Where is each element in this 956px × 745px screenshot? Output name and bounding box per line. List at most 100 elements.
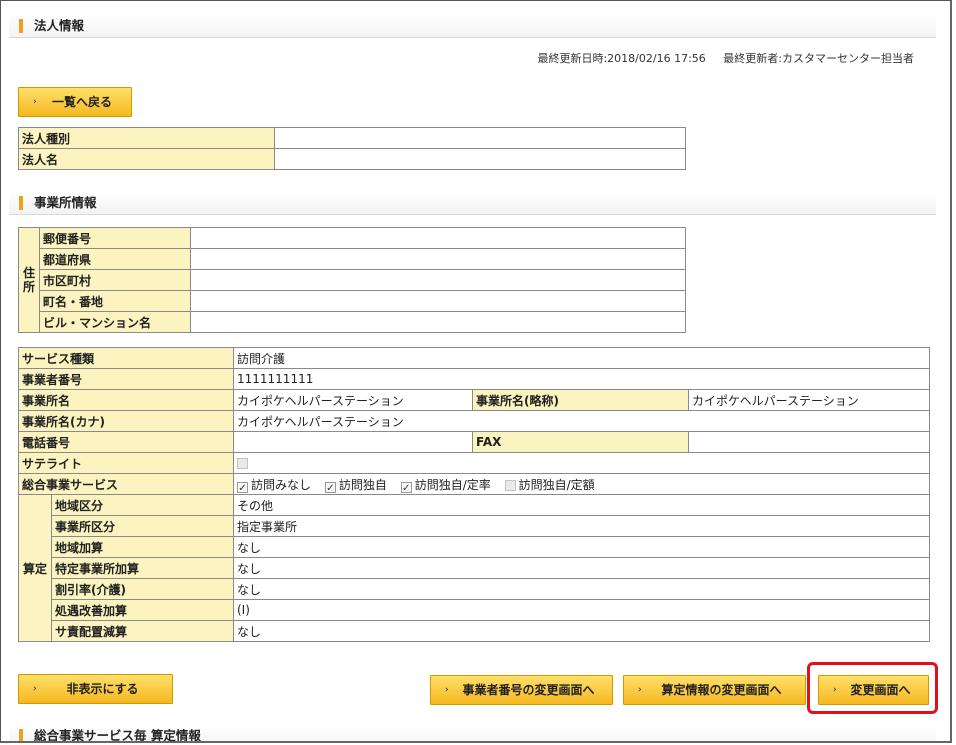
office-info-table: サービス種類 訪問介護 事業者番号 1111111111 事業所名 カイポケヘル… (18, 347, 930, 642)
general-service-option-label: 訪問独自/定額 (518, 477, 595, 492)
table-row: 住所 郵便番号 (18, 227, 686, 333)
office-kana-label: 事業所名(カナ) (18, 410, 234, 432)
satellite-value (233, 452, 930, 474)
corp-type-label: 法人種別 (18, 127, 275, 149)
treatment-improvement-label: 処遇改善加算 (51, 599, 234, 621)
change-calc-info-label: 算定情報の変更画面へ (661, 683, 782, 697)
general-service-value: ✓ 訪問みなし ✓ 訪問独自 ✓ 訪問独自/定率 訪問独自/定額 (233, 473, 930, 495)
next-section-header: 総合事業サービス毎 算定情報 (9, 725, 936, 743)
back-to-list-label: 一覧へ戻る (51, 95, 112, 109)
phone-value (233, 431, 473, 453)
table-row: 事業所名(カナ) カイポケヘルパーステーション (18, 410, 930, 432)
service-manager-reduction-label: サ責配置減算 (51, 620, 234, 642)
table-row: 法人名 (18, 148, 686, 170)
section-marker-icon (19, 19, 23, 33)
last-updated-label: 最終更新日時: (537, 52, 608, 65)
last-updater-label: 最終更新者: (723, 52, 782, 65)
address-group-text: 住所 (23, 266, 36, 294)
service-type-value: 訪問介護 (233, 347, 930, 369)
next-section-title: 総合事業サービス毎 算定情報 (34, 728, 201, 743)
region-addition-value: なし (233, 536, 930, 558)
table-row: 特定事業所加算 なし (19, 557, 930, 579)
table-row: 都道府県 (19, 248, 686, 270)
general-service-option[interactable]: 訪問独自/定額 (504, 477, 595, 492)
business-number-label: 事業者番号 (18, 368, 234, 390)
arrow-right-icon: › (33, 97, 37, 107)
general-service-option-label: 訪問みなし (251, 477, 312, 492)
last-updater-value: カスタマーセンター担当者 (782, 52, 914, 65)
phone-label: 電話番号 (18, 431, 234, 453)
office-section-header: 事業所情報 (9, 192, 936, 215)
table-row: 算定 地域区分 その他 (18, 494, 930, 642)
corp-section-header: 法人情報 (9, 15, 936, 38)
service-manager-reduction-value: なし (233, 620, 930, 642)
fax-label: FAX (472, 431, 689, 453)
table-row: 法人種別 (18, 127, 686, 149)
office-name-label: 事業所名 (18, 389, 234, 411)
general-service-option-label: 訪問独自 (338, 477, 387, 492)
building-label: ビル・マンション名 (39, 311, 191, 333)
region-addition-label: 地域加算 (51, 536, 234, 558)
last-updated-value: 2018/02/16 17:56 (607, 52, 706, 65)
hide-button[interactable]: › 非表示にする (18, 674, 173, 704)
specific-office-addition-value: なし (233, 557, 930, 579)
general-service-option[interactable]: ✓ 訪問みなし (237, 477, 312, 494)
general-service-option-label: 訪問独自/定率 (414, 477, 491, 492)
table-row: 市区町村 (19, 269, 686, 291)
office-class-value: 指定事業所 (233, 515, 930, 537)
table-row: ビル・マンション名 (19, 311, 686, 333)
table-row: サービス種類 訪問介護 (18, 347, 930, 369)
change-business-number-button[interactable]: › 事業者番号の変更画面へ (430, 675, 613, 705)
page-frame: 法人情報 最終更新日時:2018/02/16 17:56 最終更新者:カスタマー… (0, 0, 952, 743)
office-name-value: カイポケヘルパーステーション (233, 389, 473, 411)
satellite-checkbox[interactable] (237, 458, 248, 469)
checkbox-checked-icon[interactable]: ✓ (324, 481, 336, 494)
street-value (190, 290, 686, 312)
specific-office-addition-label: 特定事業所加算 (51, 557, 234, 579)
section-marker-icon (19, 196, 23, 210)
fax-value (688, 431, 930, 453)
postal-code-label: 郵便番号 (39, 227, 191, 249)
region-class-label: 地域区分 (51, 494, 234, 516)
checkbox-unchecked-icon[interactable] (504, 479, 516, 491)
general-service-option[interactable]: ✓ 訪問独自 (324, 477, 387, 494)
street-label: 町名・番地 (39, 290, 191, 312)
corp-table: 法人種別 法人名 (18, 127, 686, 170)
building-value (190, 311, 686, 333)
address-group-label: 住所 (18, 227, 40, 333)
office-kana-value: カイポケヘルパーステーション (233, 410, 930, 432)
general-service-option[interactable]: ✓ 訪問独自/定率 (400, 477, 491, 494)
discount-rate-value: なし (233, 578, 930, 600)
highlight-annotation (807, 662, 938, 714)
office-section-title: 事業所情報 (34, 195, 97, 210)
table-row: 事業所区分 指定事業所 (19, 515, 930, 537)
table-row: 処遇改善加算 (Ⅰ) (19, 599, 930, 621)
table-row: サテライト (18, 452, 930, 474)
arrow-right-icon: › (33, 684, 37, 694)
back-to-list-button[interactable]: › 一覧へ戻る (18, 87, 132, 117)
region-class-value: その他 (233, 494, 930, 516)
change-calc-info-button[interactable]: › 算定情報の変更画面へ (623, 675, 806, 705)
treatment-improvement-value: (Ⅰ) (233, 599, 930, 621)
arrow-right-icon: › (445, 685, 449, 695)
checkbox-checked-icon[interactable]: ✓ (237, 481, 248, 494)
prefecture-value (190, 248, 686, 270)
update-info: 最終更新日時:2018/02/16 17:56 最終更新者:カスタマーセンター担… (523, 50, 914, 66)
office-short-value: カイポケヘルパーステーション (688, 389, 930, 411)
hide-button-label: 非表示にする (66, 682, 139, 696)
calc-group-label: 算定 (18, 494, 52, 642)
service-type-label: サービス種類 (18, 347, 234, 369)
table-row: サ責配置減算 なし (19, 620, 930, 642)
office-class-label: 事業所区分 (51, 515, 234, 537)
address-table: 住所 郵便番号 都道府県 市区町村 町名・番地 ビル・マンション名 (18, 227, 686, 333)
table-row: 事業者番号 1111111111 (18, 368, 930, 390)
postal-code-value (190, 227, 686, 249)
table-row: 事業所名 カイポケヘルパーステーション 事業所名(略称) カイポケヘルパーステー… (18, 389, 930, 411)
checkbox-checked-icon[interactable]: ✓ (400, 481, 412, 494)
table-row: 総合事業サービス ✓ 訪問みなし ✓ 訪問独自 ✓ 訪問独自/定率 訪問独自/定額 (18, 473, 930, 495)
prefecture-label: 都道府県 (39, 248, 191, 270)
general-service-label: 総合事業サービス (18, 473, 234, 495)
discount-rate-label: 割引率(介護) (51, 578, 234, 600)
arrow-right-icon: › (638, 685, 642, 695)
section-marker-icon (19, 729, 23, 741)
